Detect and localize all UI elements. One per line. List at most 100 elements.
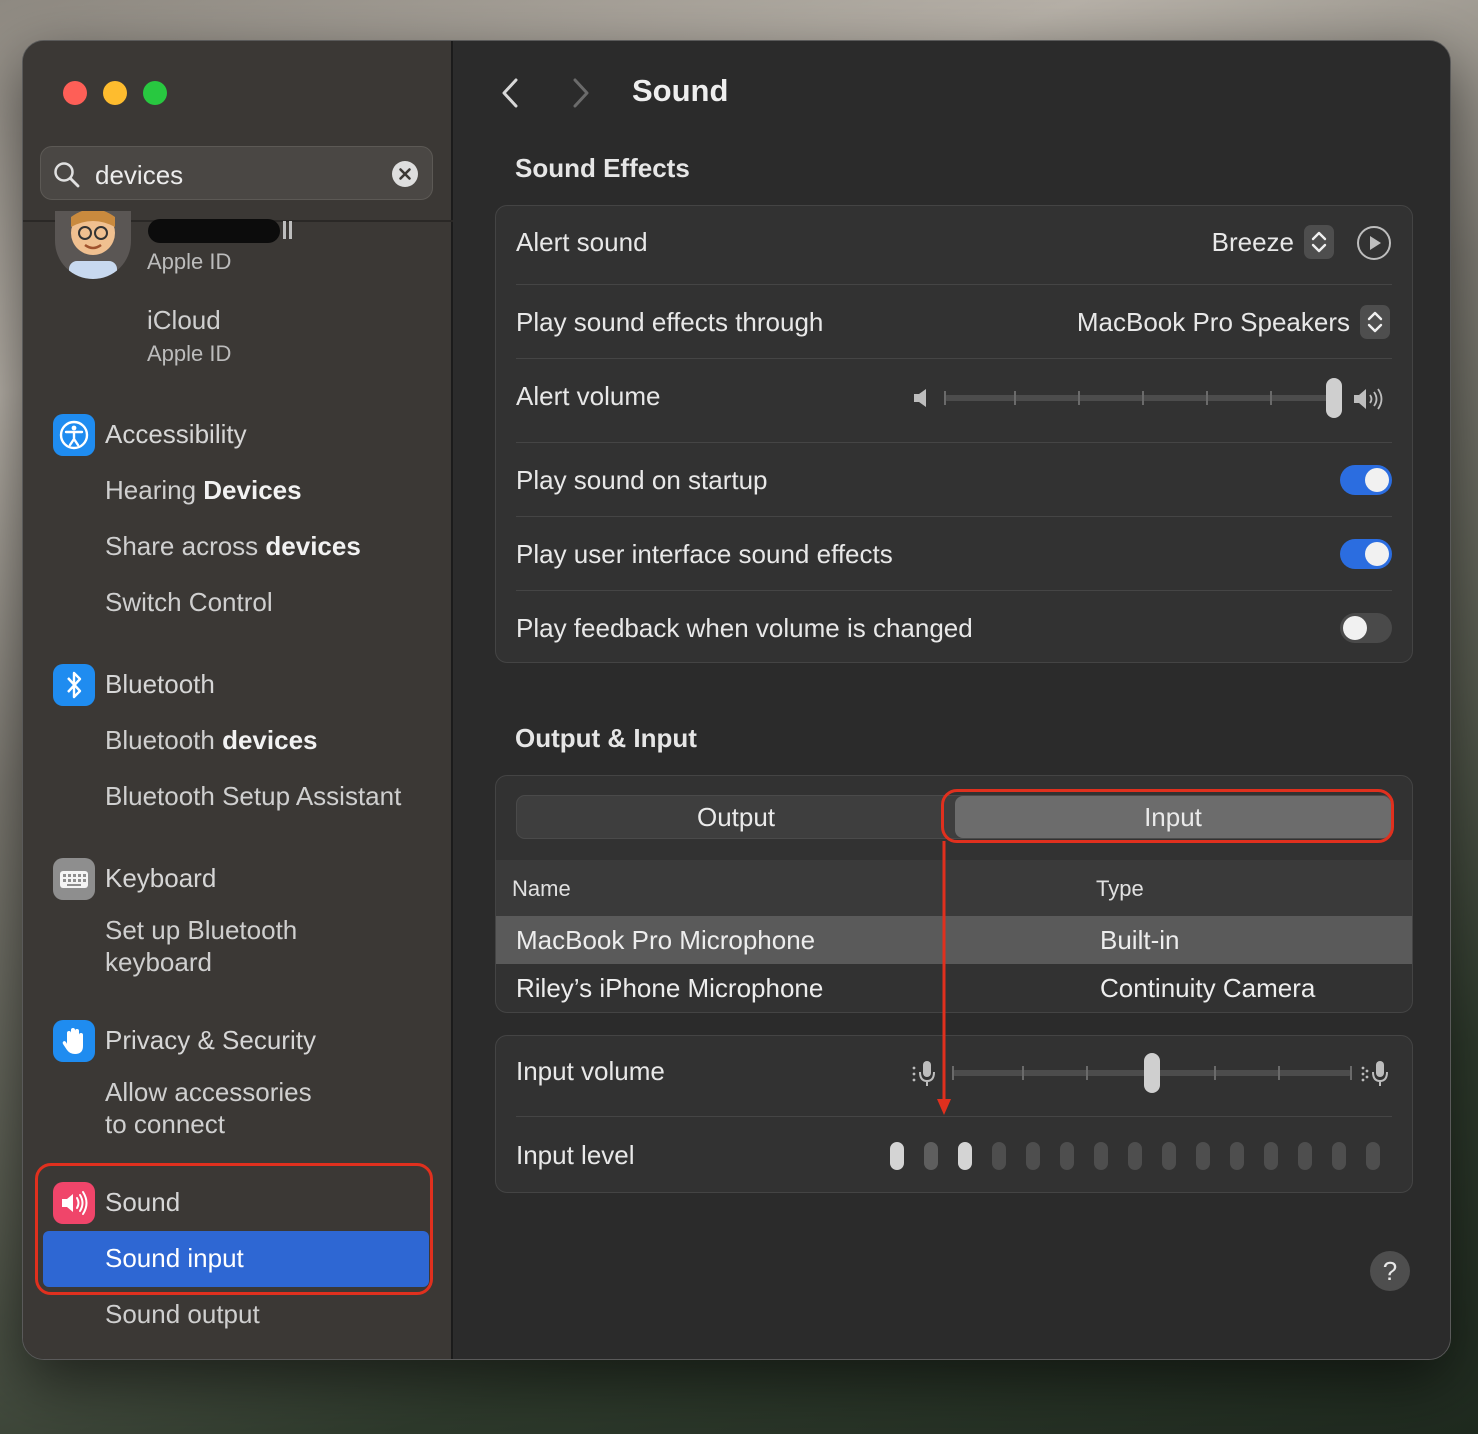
level-segment	[1298, 1142, 1312, 1170]
annotation-highlight-box	[941, 789, 1394, 843]
row-divider	[516, 284, 1392, 285]
avatar	[55, 211, 131, 279]
slider-track	[944, 395, 1334, 401]
chevron-updown-icon	[1304, 225, 1334, 259]
help-icon: ?	[1382, 1256, 1398, 1286]
row-divider	[516, 442, 1392, 443]
level-segment	[1026, 1142, 1040, 1170]
hand-icon	[53, 1020, 95, 1062]
search-icon	[54, 162, 80, 188]
level-segment	[1366, 1142, 1380, 1170]
volume-feedback-toggle[interactable]	[1340, 613, 1392, 643]
alert-sound-value: Breeze	[1211, 227, 1294, 257]
row-divider	[516, 590, 1392, 591]
slider-tick	[1270, 391, 1272, 405]
sidebar-item-share-across-devices[interactable]: Share across devices	[105, 531, 361, 562]
result-text-line1: Allow accessories	[105, 1077, 312, 1107]
sidebar-item-hearing-devices[interactable]: Hearing Devices	[105, 475, 302, 506]
sidebar-item-keyboard[interactable]: Keyboard	[105, 863, 216, 894]
minimize-window-button[interactable]	[103, 81, 127, 105]
sidebar-item-accessibility[interactable]: Accessibility	[105, 419, 247, 450]
slider-tick	[1142, 391, 1144, 405]
mic-high-icon	[1361, 1061, 1388, 1086]
section-heading-output-input: Output & Input	[515, 723, 697, 753]
device-type: Continuity Camera	[1100, 973, 1316, 1003]
volume-feedback-label: Play feedback when volume is changed	[516, 613, 973, 643]
play-icon[interactable]	[1356, 225, 1392, 261]
result-text-line1: Set up Bluetooth	[105, 915, 298, 945]
search-match: devices	[222, 725, 318, 755]
startup-sound-label: Play sound on startup	[516, 465, 768, 495]
column-header-name[interactable]: Name	[512, 876, 571, 902]
annotation-arrow	[937, 841, 951, 1115]
result-text: Bluetooth	[105, 725, 223, 755]
level-segment	[1230, 1142, 1244, 1170]
result-text: Share across	[105, 531, 266, 561]
sidebar-item-privacy-security[interactable]: Privacy & Security	[105, 1025, 316, 1056]
back-arrow-icon[interactable]	[498, 77, 522, 109]
level-segment	[890, 1142, 904, 1170]
help-button[interactable]: ?	[1370, 1251, 1410, 1291]
close-window-button[interactable]	[63, 81, 87, 105]
slider-tick	[1086, 1066, 1088, 1080]
result-text: Hearing	[105, 475, 204, 505]
sidebar-item-switch-control[interactable]: Switch Control	[105, 587, 273, 618]
input-volume-label: Input volume	[516, 1056, 665, 1086]
sidebar-item-bluetooth-setup-assistant[interactable]: Bluetooth Setup Assistant	[105, 781, 401, 812]
search-field[interactable]: devices	[40, 146, 433, 200]
startup-sound-toggle[interactable]	[1340, 465, 1392, 495]
row-divider	[516, 358, 1392, 359]
row-divider	[516, 1116, 1392, 1117]
speaker-low-icon	[914, 389, 926, 407]
column-header-type[interactable]: Type	[1096, 876, 1144, 902]
alert-volume-label: Alert volume	[516, 381, 661, 411]
ui-sound-effects-label: Play user interface sound effects	[516, 539, 893, 569]
slider-tick	[1350, 1066, 1352, 1080]
sidebar: devices Apple ID iCloud Apple ID Accessi…	[23, 41, 453, 1359]
sidebar-item-bluetooth-devices[interactable]: Bluetooth devices	[105, 725, 318, 756]
level-segment	[992, 1142, 1006, 1170]
tab-output[interactable]: Output	[517, 796, 955, 838]
effects-through-label: Play sound effects through	[516, 307, 824, 337]
level-segment	[924, 1142, 938, 1170]
zoom-window-button[interactable]	[143, 81, 167, 105]
device-name: Riley’s iPhone Microphone	[516, 973, 824, 1003]
redacted-name	[148, 219, 280, 243]
icloud-subtitle: Apple ID	[147, 341, 232, 366]
level-segment	[1162, 1142, 1176, 1170]
slider-thumb[interactable]	[1326, 378, 1342, 418]
device-table-header: Name Type	[496, 860, 1412, 916]
slider-tick	[1214, 1066, 1216, 1080]
sidebar-item-bluetooth[interactable]: Bluetooth	[105, 669, 215, 700]
search-input[interactable]: devices	[95, 160, 183, 191]
apple-id-subtitle: Apple ID	[147, 249, 232, 274]
main-content: Sound Sound Effects Alert sound Breeze P…	[454, 41, 1450, 1359]
result-text-line2: to connect	[105, 1109, 225, 1139]
icloud-label: iCloud	[147, 305, 221, 335]
forward-arrow-icon[interactable]	[569, 77, 593, 109]
ui-sound-effects-toggle[interactable]	[1340, 539, 1392, 569]
table-row[interactable]: MacBook Pro Microphone Built-in	[496, 916, 1412, 964]
section-heading-sound-effects: Sound Effects	[515, 153, 690, 183]
toggle-knob	[1365, 542, 1389, 566]
alert-sound-label: Alert sound	[516, 227, 648, 257]
effects-through-value: MacBook Pro Speakers	[1076, 307, 1350, 337]
slider-tick	[1278, 1066, 1280, 1080]
slider-tick	[1078, 391, 1080, 405]
sound-effects-panel: Alert sound Breeze Play sound effects th…	[495, 205, 1413, 663]
clear-icon[interactable]	[392, 161, 418, 187]
slider-thumb[interactable]	[1144, 1053, 1160, 1093]
device-name: MacBook Pro Microphone	[516, 925, 816, 955]
settings-window: devices Apple ID iCloud Apple ID Accessi…	[22, 40, 1451, 1360]
device-type: Built-in	[1100, 925, 1180, 955]
bluetooth-icon	[53, 664, 95, 706]
search-match: Devices	[203, 475, 302, 505]
speaker-high-icon	[1354, 388, 1383, 410]
slider-tick	[944, 391, 946, 405]
sidebar-item-sound-output[interactable]: Sound output	[105, 1299, 260, 1330]
level-segment	[1094, 1142, 1108, 1170]
annotation-highlight-box	[35, 1163, 433, 1295]
level-segment	[1128, 1142, 1142, 1170]
level-segment	[1196, 1142, 1210, 1170]
table-row[interactable]: Riley’s iPhone Microphone Continuity Cam…	[496, 964, 1412, 1012]
